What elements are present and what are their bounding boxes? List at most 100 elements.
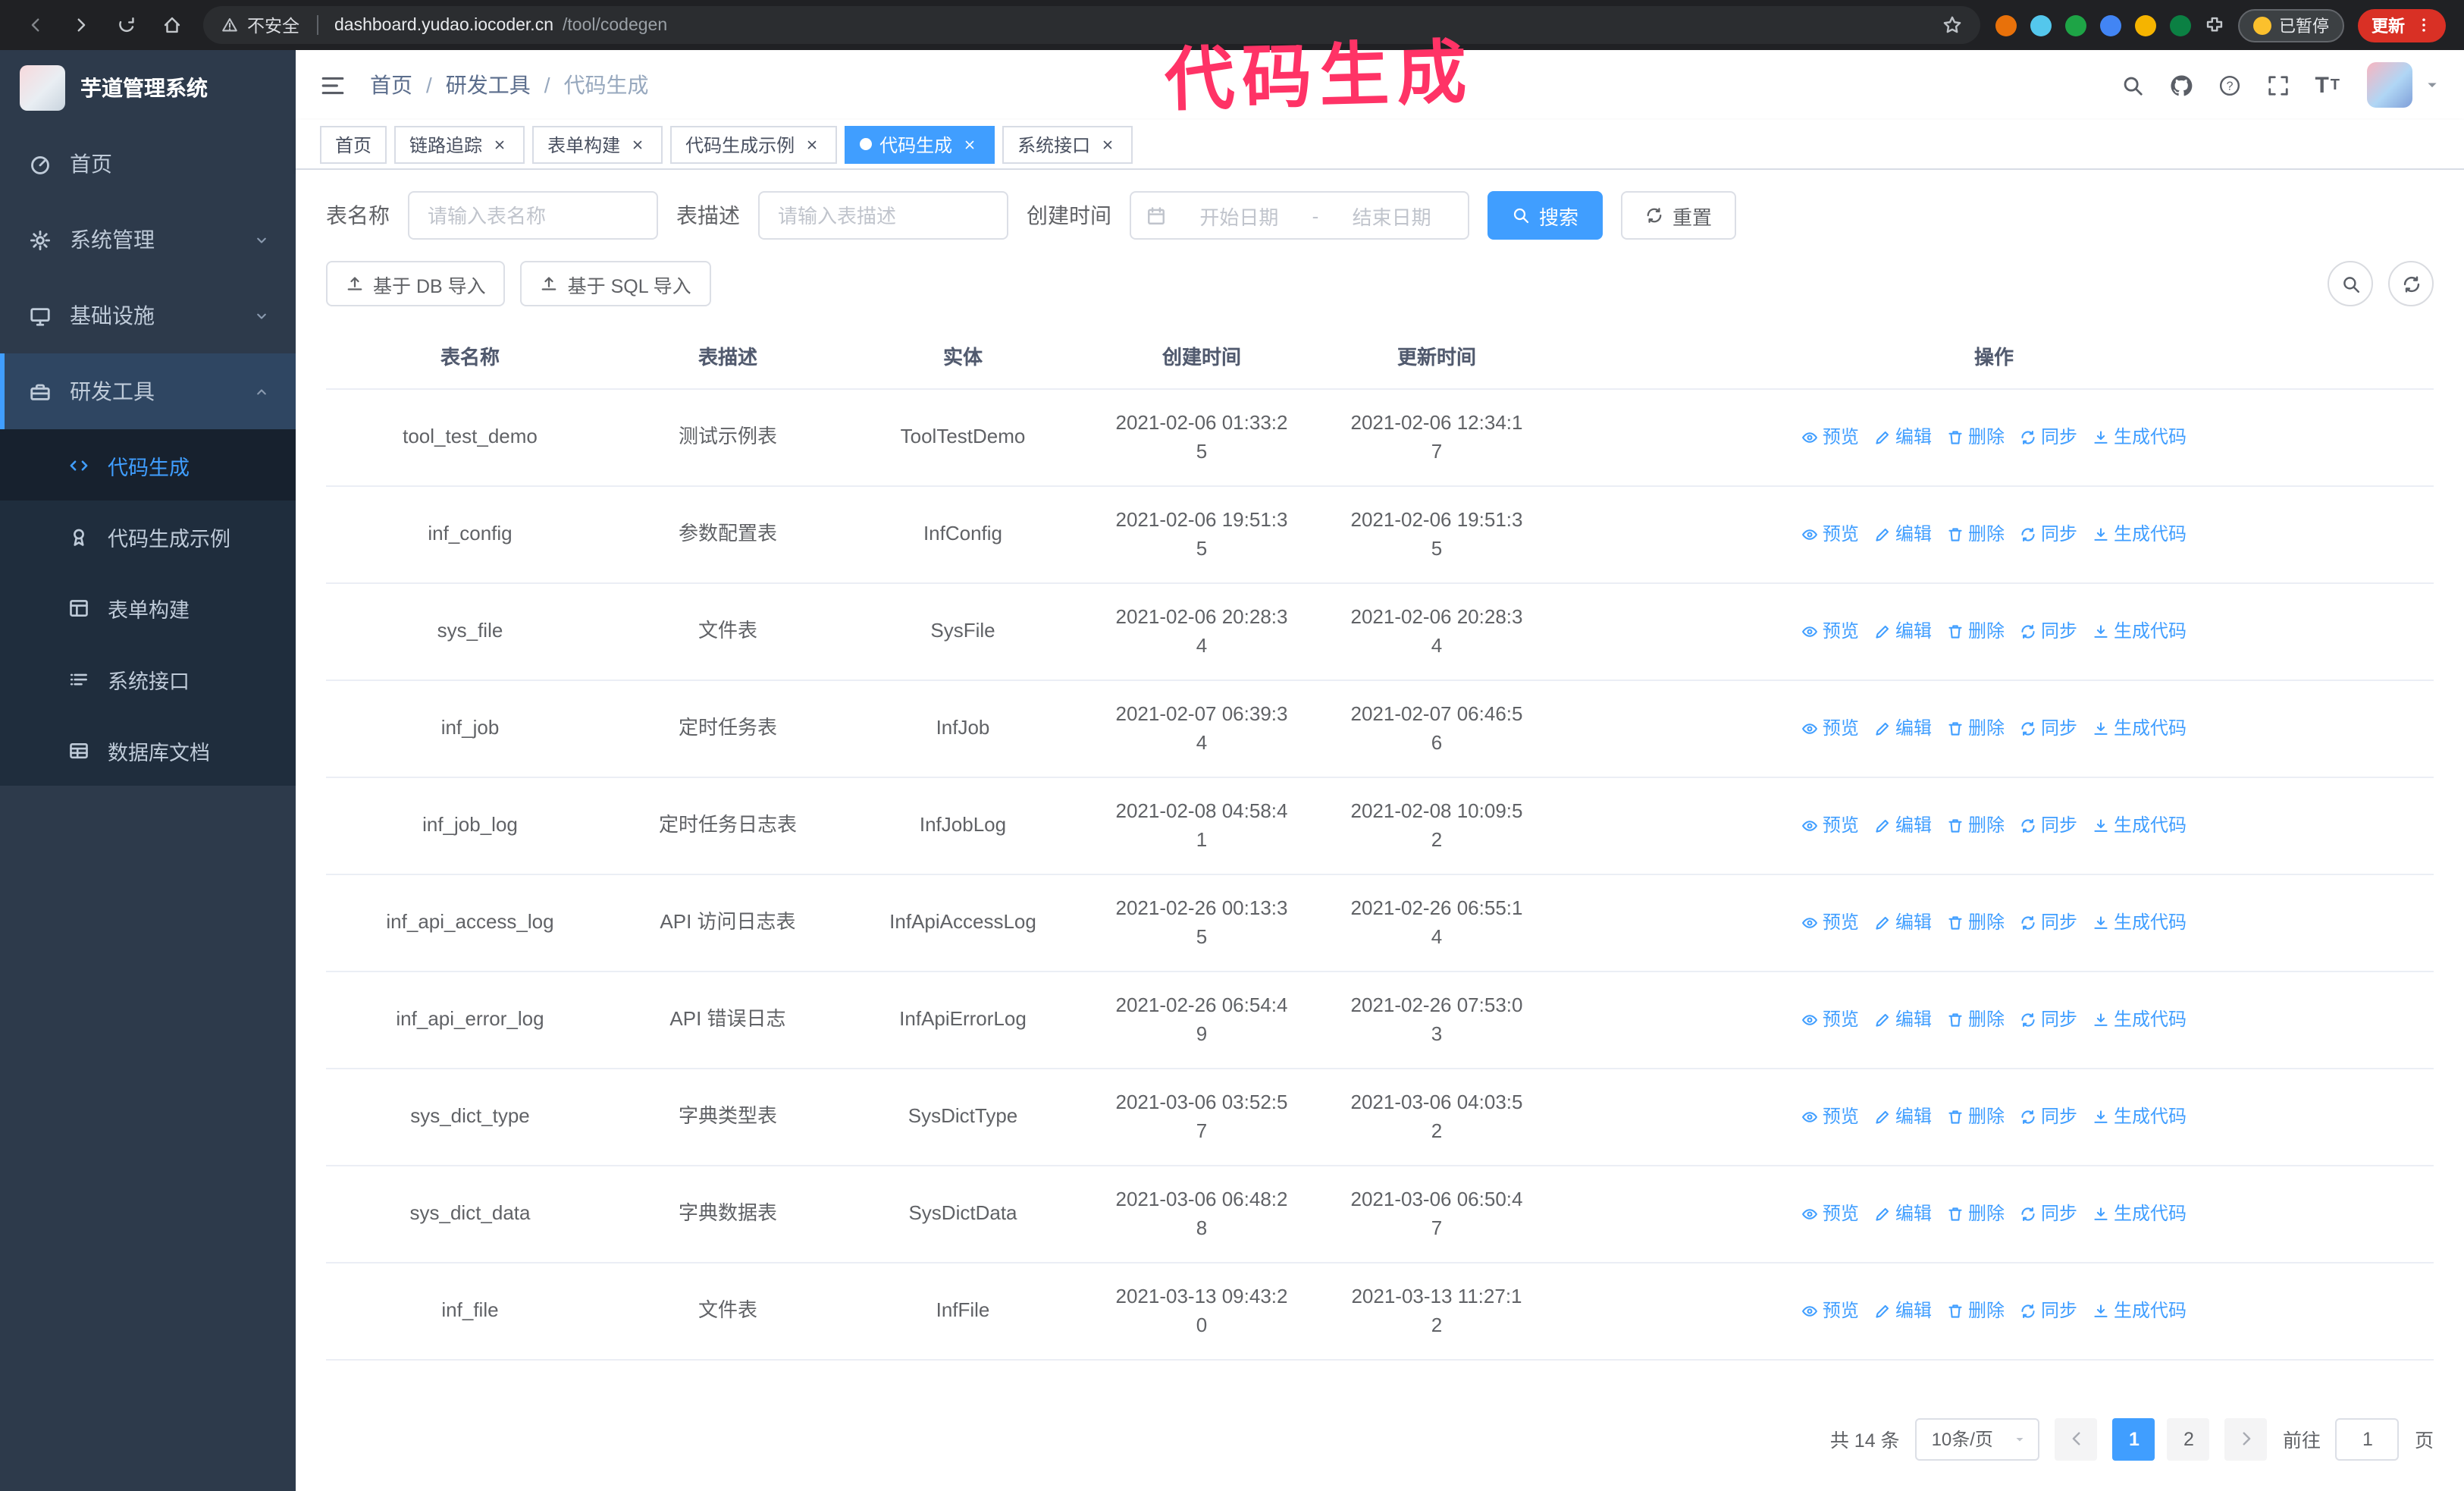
action-edit-link[interactable]: 编辑 [1874, 714, 1932, 742]
action-delete-link[interactable]: 删除 [1947, 811, 2005, 839]
prev-page-button[interactable] [2055, 1417, 2098, 1460]
update-button[interactable]: 更新 [2358, 8, 2446, 42]
tab[interactable]: 代码生成示例 [670, 125, 838, 163]
action-sync-link[interactable]: 同步 [2020, 617, 2077, 645]
action-preview-link[interactable]: 预览 [1801, 617, 1859, 645]
font-size-icon[interactable]: TT [2315, 72, 2341, 98]
extension-icon[interactable] [2030, 14, 2052, 36]
action-delete-link[interactable]: 删除 [1947, 714, 2005, 742]
action-preview-link[interactable]: 预览 [1801, 909, 1859, 936]
action-edit-link[interactable]: 编辑 [1874, 909, 1932, 936]
sidebar-item[interactable]: 系统接口 [0, 643, 296, 714]
action-preview-link[interactable]: 预览 [1801, 520, 1859, 548]
breadcrumb-item[interactable]: 首页 [370, 70, 412, 100]
sidebar-item[interactable]: 研发工具 [0, 353, 296, 429]
sidebar-item[interactable]: 代码生成 [0, 429, 296, 501]
import-sql-button[interactable]: 基于 SQL 导入 [520, 261, 711, 306]
action-generate-link[interactable]: 生成代码 [2093, 714, 2187, 742]
action-generate-link[interactable]: 生成代码 [2093, 1006, 2187, 1033]
security-warning-icon[interactable] [221, 17, 238, 33]
breadcrumb-item[interactable]: 研发工具 [446, 70, 531, 100]
bookmark-star-icon[interactable] [1942, 15, 1962, 35]
action-sync-link[interactable]: 同步 [2020, 714, 2077, 742]
forward-icon[interactable] [64, 8, 97, 42]
paused-badge[interactable]: 已暂停 [2238, 8, 2344, 42]
menu-dots-icon[interactable] [2415, 17, 2432, 33]
action-preview-link[interactable]: 预览 [1801, 1297, 1859, 1324]
action-edit-link[interactable]: 编辑 [1874, 1006, 1932, 1033]
date-range-picker[interactable]: 开始日期 - 结束日期 [1130, 191, 1469, 240]
action-generate-link[interactable]: 生成代码 [2093, 1103, 2187, 1130]
action-edit-link[interactable]: 编辑 [1874, 423, 1932, 450]
sidebar-item[interactable]: 基础设施 [0, 278, 296, 353]
action-sync-link[interactable]: 同步 [2020, 1103, 2077, 1130]
sidebar-item[interactable]: 首页 [0, 126, 296, 202]
action-sync-link[interactable]: 同步 [2020, 1006, 2077, 1033]
table-name-input[interactable] [408, 191, 658, 240]
action-preview-link[interactable]: 预览 [1801, 1200, 1859, 1227]
avatar-caret-icon[interactable] [2425, 77, 2440, 93]
search-button[interactable]: 搜索 [1487, 191, 1603, 240]
sidebar-item[interactable]: 系统管理 [0, 202, 296, 278]
user-avatar[interactable] [2367, 62, 2412, 108]
tab[interactable]: 代码生成 [845, 125, 995, 163]
action-edit-link[interactable]: 编辑 [1874, 1103, 1932, 1130]
tab[interactable]: 链路追踪 [394, 125, 525, 163]
action-edit-link[interactable]: 编辑 [1874, 520, 1932, 548]
action-sync-link[interactable]: 同步 [2020, 909, 2077, 936]
action-sync-link[interactable]: 同步 [2020, 811, 2077, 839]
sidebar-item[interactable]: 数据库文档 [0, 714, 296, 786]
page-button[interactable]: 2 [2167, 1417, 2210, 1460]
close-tab-icon[interactable] [1098, 134, 1118, 154]
github-icon[interactable] [2169, 74, 2192, 96]
action-generate-link[interactable]: 生成代码 [2093, 617, 2187, 645]
action-sync-link[interactable]: 同步 [2020, 1200, 2077, 1227]
action-delete-link[interactable]: 删除 [1947, 1200, 2005, 1227]
page-size-select[interactable]: 10条/页 [1914, 1417, 2040, 1460]
close-tab-icon[interactable] [960, 134, 980, 154]
extension-icon[interactable] [2100, 14, 2121, 36]
sidebar-item[interactable]: 表单构建 [0, 572, 296, 643]
action-generate-link[interactable]: 生成代码 [2093, 1297, 2187, 1324]
fullscreen-icon[interactable] [2266, 74, 2289, 96]
action-edit-link[interactable]: 编辑 [1874, 811, 1932, 839]
action-generate-link[interactable]: 生成代码 [2093, 909, 2187, 936]
action-sync-link[interactable]: 同步 [2020, 520, 2077, 548]
sidebar-item[interactable]: 代码生成示例 [0, 501, 296, 572]
tab[interactable]: 表单构建 [532, 125, 663, 163]
action-delete-link[interactable]: 删除 [1947, 617, 2005, 645]
back-icon[interactable] [18, 8, 52, 42]
next-page-button[interactable] [2224, 1417, 2268, 1460]
help-icon[interactable]: ? [2218, 74, 2240, 96]
action-edit-link[interactable]: 编辑 [1874, 1200, 1932, 1227]
reload-icon[interactable] [109, 8, 143, 42]
import-db-button[interactable]: 基于 DB 导入 [326, 261, 506, 306]
extension-icon[interactable] [2170, 14, 2191, 36]
action-preview-link[interactable]: 预览 [1801, 714, 1859, 742]
close-tab-icon[interactable] [490, 134, 509, 154]
address-bar[interactable]: 不安全 dashboard.yudao.iocoder.cn /tool/cod… [203, 6, 1980, 44]
refresh-button[interactable] [2388, 261, 2434, 306]
goto-page-input[interactable] [2335, 1417, 2400, 1460]
action-generate-link[interactable]: 生成代码 [2093, 811, 2187, 839]
extension-icon[interactable] [2135, 14, 2156, 36]
close-tab-icon[interactable] [802, 134, 822, 154]
action-delete-link[interactable]: 删除 [1947, 1006, 2005, 1033]
page-button[interactable]: 1 [2112, 1417, 2155, 1460]
action-sync-link[interactable]: 同步 [2020, 423, 2077, 450]
action-delete-link[interactable]: 删除 [1947, 909, 2005, 936]
hamburger-icon[interactable] [320, 72, 346, 98]
search-icon[interactable] [2121, 74, 2143, 96]
extension-icon[interactable] [2065, 14, 2086, 36]
close-tab-icon[interactable] [628, 134, 647, 154]
action-delete-link[interactable]: 删除 [1947, 1103, 2005, 1130]
action-delete-link[interactable]: 删除 [1947, 1297, 2005, 1324]
toggle-search-button[interactable] [2328, 261, 2373, 306]
action-preview-link[interactable]: 预览 [1801, 1103, 1859, 1130]
extension-icon[interactable] [1995, 14, 2017, 36]
extensions-puzzle-icon[interactable] [2205, 15, 2224, 35]
action-edit-link[interactable]: 编辑 [1874, 1297, 1932, 1324]
action-generate-link[interactable]: 生成代码 [2093, 520, 2187, 548]
action-generate-link[interactable]: 生成代码 [2093, 1200, 2187, 1227]
action-preview-link[interactable]: 预览 [1801, 811, 1859, 839]
